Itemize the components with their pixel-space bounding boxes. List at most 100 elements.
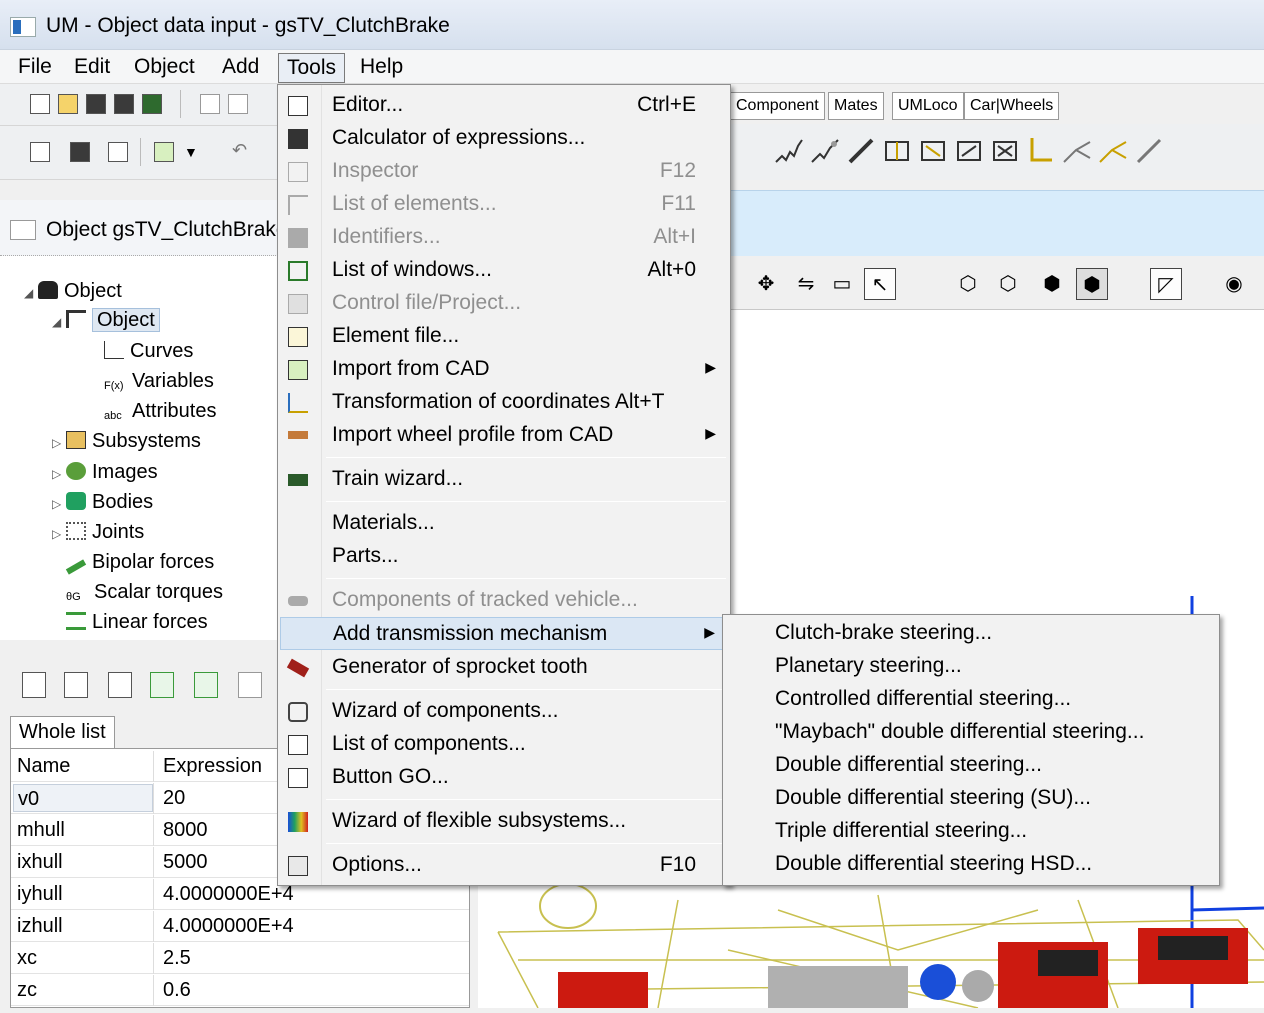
- menu-edit[interactable]: Edit: [66, 53, 118, 83]
- menu-item-add-transmission[interactable]: Add transmission mechanism ▶: [280, 617, 730, 650]
- tree-item-images[interactable]: ▷ Images: [52, 461, 158, 489]
- tree-item-bodies[interactable]: ▷ Bodies: [52, 491, 153, 519]
- variable-name[interactable]: mhull: [17, 819, 65, 842]
- menu-item-materials[interactable]: Materials...: [280, 507, 730, 540]
- eye-icon[interactable]: ◉: [1218, 268, 1250, 300]
- menu-file[interactable]: File: [10, 53, 60, 83]
- column-expression[interactable]: Expression: [163, 755, 262, 778]
- tab-component[interactable]: Component: [730, 92, 825, 120]
- variable-expression[interactable]: 2.5: [163, 947, 191, 970]
- table-row[interactable]: izhull 4.0000000E+4: [11, 911, 469, 942]
- wireframe-cube-icon[interactable]: ⬡: [952, 268, 984, 300]
- bushing-icon[interactable]: [882, 134, 912, 166]
- variable-name[interactable]: iyhull: [17, 883, 63, 906]
- hidden-line-cube-icon[interactable]: ⬡: [992, 268, 1024, 300]
- save-all-icon[interactable]: [142, 94, 162, 114]
- menu-tools[interactable]: Tools: [278, 53, 346, 83]
- variable-name[interactable]: ixhull: [17, 851, 63, 874]
- flip-icon[interactable]: ⇋: [790, 268, 822, 300]
- menu-item-editor[interactable]: Editor... Ctrl+E: [280, 89, 730, 122]
- move-icon[interactable]: ▭: [826, 268, 858, 300]
- tab-whole-list[interactable]: Whole list: [10, 716, 115, 748]
- bushing-3-icon[interactable]: [954, 134, 984, 166]
- spring-icon[interactable]: [774, 134, 804, 166]
- bushing-4-icon[interactable]: [990, 134, 1020, 166]
- variable-expression[interactable]: 4.0000000E+4: [163, 883, 294, 906]
- pointer-icon[interactable]: ↖: [864, 268, 896, 300]
- shaded-cube-icon[interactable]: ⬢: [1036, 268, 1068, 300]
- variable-name[interactable]: zc: [17, 979, 37, 1002]
- delete-variable-icon[interactable]: [108, 672, 132, 698]
- edit-variable-icon[interactable]: [64, 672, 88, 698]
- menu-item-import-cad[interactable]: Import from CAD ▶: [280, 353, 730, 386]
- list-icon[interactable]: [30, 142, 50, 162]
- menu-item-parts[interactable]: Parts...: [280, 540, 730, 573]
- menu-item-list-components[interactable]: List of components...: [280, 728, 730, 761]
- submenu-item-clutch-brake[interactable]: Clutch-brake steering...: [775, 621, 992, 654]
- tree-item-curves[interactable]: Curves: [104, 340, 193, 368]
- save-as-icon[interactable]: [114, 94, 134, 114]
- spring-damper-icon[interactable]: [810, 134, 840, 166]
- menu-item-wizard-components[interactable]: Wizard of components...: [280, 695, 730, 728]
- insert-variable-icon[interactable]: [150, 672, 174, 698]
- tab-umloco[interactable]: UMLoco: [892, 92, 964, 120]
- table-row[interactable]: zc 0.6: [11, 975, 469, 1006]
- tree-item-root[interactable]: ◢ Object: [24, 280, 122, 308]
- tree-item-subsystems[interactable]: ▷ Subsystems: [52, 430, 201, 458]
- damper-icon[interactable]: [846, 134, 876, 166]
- submenu-item-maybach[interactable]: "Maybach" double differential steering..…: [775, 720, 1144, 753]
- tree-item-attributes[interactable]: abc Attributes: [104, 400, 216, 428]
- contact-icon[interactable]: [1026, 134, 1056, 166]
- tab-car-wheels[interactable]: Car|Wheels: [964, 92, 1060, 120]
- menu-item-inspector[interactable]: Inspector F12: [280, 155, 730, 188]
- export-variable-icon[interactable]: [238, 672, 262, 698]
- menu-item-options[interactable]: Options... F10: [280, 849, 730, 882]
- paste-icon[interactable]: [228, 94, 248, 114]
- open-folder-icon[interactable]: [58, 94, 78, 114]
- variable-expression[interactable]: 0.6: [163, 979, 191, 1002]
- variable-expression[interactable]: 4.0000000E+4: [163, 915, 294, 938]
- menu-item-train-wizard[interactable]: Train wizard...: [280, 463, 730, 496]
- import-variable-icon[interactable]: [194, 672, 218, 698]
- rotate-icon[interactable]: ✥: [750, 268, 782, 300]
- joint-force-icon[interactable]: [1062, 134, 1092, 166]
- variable-expression[interactable]: 8000: [163, 819, 208, 842]
- tree-item-variables[interactable]: F(x) Variables: [104, 370, 214, 398]
- menu-help[interactable]: Help: [352, 53, 411, 83]
- submenu-item-planetary[interactable]: Planetary steering...: [775, 654, 962, 687]
- menu-item-import-wheel[interactable]: Import wheel profile from CAD ▶: [280, 419, 730, 452]
- save-icon[interactable]: [86, 94, 106, 114]
- menu-item-sprocket-generator[interactable]: Generator of sprocket tooth: [280, 651, 730, 684]
- submenu-item-triple-differential[interactable]: Triple differential steering...: [775, 819, 1027, 852]
- perspective-icon[interactable]: ◸: [1150, 268, 1182, 300]
- variable-name[interactable]: v0: [13, 784, 153, 812]
- undo-icon[interactable]: ↶: [232, 140, 247, 161]
- variable-expression[interactable]: 5000: [163, 851, 208, 874]
- tree-item-scalar-torques[interactable]: θG Scalar torques: [66, 581, 223, 609]
- menu-add[interactable]: Add: [214, 53, 267, 83]
- tab-mates[interactable]: Mates: [828, 92, 884, 120]
- menu-item-control-file[interactable]: Control file/Project...: [280, 287, 730, 320]
- copy-icon[interactable]: [200, 94, 220, 114]
- variable-expression[interactable]: 20: [163, 787, 185, 810]
- submenu-item-double-differential[interactable]: Double differential steering...: [775, 753, 1042, 786]
- bushing-2-icon[interactable]: [918, 134, 948, 166]
- menu-object[interactable]: Object: [126, 53, 203, 83]
- add-variable-icon[interactable]: [22, 672, 46, 698]
- menu-item-element-file[interactable]: Element file...: [280, 320, 730, 353]
- joint-force-2-icon[interactable]: [1098, 134, 1128, 166]
- pencil-force-icon[interactable]: [1134, 134, 1164, 166]
- column-name[interactable]: Name: [17, 755, 70, 778]
- menu-item-wizard-flexible[interactable]: Wizard of flexible subsystems...: [280, 805, 730, 838]
- submenu-item-controlled-differential[interactable]: Controlled differential steering...: [775, 687, 1071, 720]
- menu-item-transformation[interactable]: Transformation of coordinates Alt+T: [280, 386, 730, 419]
- solid-cube-icon[interactable]: ⬢: [1076, 268, 1108, 300]
- new-file-icon[interactable]: [30, 94, 50, 114]
- settings-panel-icon[interactable]: [108, 142, 128, 162]
- menu-item-identifiers[interactable]: Identifiers... Alt+I: [280, 221, 730, 254]
- table-row[interactable]: xc 2.5: [11, 943, 469, 974]
- menu-item-button-go[interactable]: Button GO...: [280, 761, 730, 794]
- menu-item-list-windows[interactable]: List of windows... Alt+0: [280, 254, 730, 287]
- menu-item-calculator[interactable]: Calculator of expressions...: [280, 122, 730, 155]
- submenu-item-double-differential-su[interactable]: Double differential steering (SU)...: [775, 786, 1091, 819]
